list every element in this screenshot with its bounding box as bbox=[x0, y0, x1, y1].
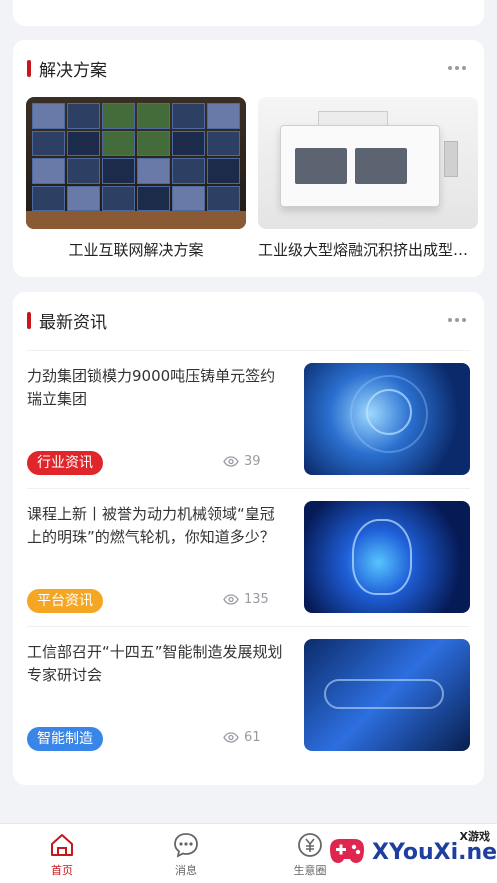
solutions-section: 解决方案 工业互联网解决方案 工业级大型熔融沉积挤出成型设备 bbox=[13, 40, 484, 277]
solution-image-control-room bbox=[26, 97, 246, 229]
news-item[interactable]: 工信部召开“十四五”智能制造发展规划专家研讨会 智能制造 61 bbox=[27, 626, 470, 764]
tab-label: 首页 bbox=[51, 864, 73, 877]
tab-home[interactable]: 首页 bbox=[32, 831, 92, 878]
news-item[interactable]: 课程上新丨被誉为动力机械领域“皇冠上的明珠”的燃气轮机，你知道多少？ 平台资讯 … bbox=[27, 488, 470, 626]
watermark-small-text: X游戏 bbox=[459, 830, 490, 843]
news-list: 力劲集团锁模力9000吨压铸单元签约瑞立集团 行业资讯 39 课程上新丨被誉为动… bbox=[27, 350, 470, 764]
solutions-header: 解决方案 bbox=[27, 56, 470, 81]
news-tag: 行业资讯 bbox=[27, 451, 103, 475]
gamepad-logo-icon bbox=[326, 831, 368, 873]
news-section: 最新资讯 力劲集团锁模力9000吨压铸单元签约瑞立集团 行业资讯 39 课程上新… bbox=[13, 292, 484, 785]
news-image-robot-hand bbox=[304, 639, 470, 751]
news-headline: 课程上新丨被誉为动力机械领域“皇冠上的明珠”的燃气轮机，你知道多少？ bbox=[27, 505, 275, 546]
news-image-ai-head bbox=[304, 501, 470, 613]
solutions-title: 解决方案 bbox=[39, 60, 107, 81]
section-accent-bar bbox=[27, 59, 31, 77]
home-icon bbox=[51, 834, 73, 856]
news-views: 61 bbox=[223, 730, 261, 745]
news-title: 最新资讯 bbox=[39, 312, 107, 333]
solution-image-3d-printer bbox=[258, 97, 478, 229]
news-tag: 平台资讯 bbox=[27, 589, 103, 613]
solution-item-industrial-internet[interactable]: 工业互联网解决方案 bbox=[26, 97, 246, 260]
news-tag: 智能制造 bbox=[27, 727, 103, 751]
solution-label: 工业互联网解决方案 bbox=[68, 241, 204, 259]
solution-label: 工业级大型熔融沉积挤出成型设备 bbox=[258, 241, 478, 259]
eye-icon bbox=[223, 732, 239, 743]
news-headline: 力劲集团锁模力9000吨压铸单元签约瑞立集团 bbox=[27, 367, 276, 408]
news-header: 最新资讯 bbox=[27, 308, 470, 333]
section-accent-bar bbox=[27, 311, 31, 329]
news-item[interactable]: 力劲集团锁模力9000吨压铸单元签约瑞立集团 行业资讯 39 bbox=[27, 350, 470, 488]
news-view-count: 39 bbox=[244, 454, 261, 469]
top-card-partial bbox=[13, 0, 484, 26]
tab-messages[interactable]: 消息 bbox=[156, 831, 216, 878]
news-view-count: 61 bbox=[244, 730, 261, 745]
news-headline: 工信部召开“十四五”智能制造发展规划专家研讨会 bbox=[27, 643, 283, 684]
eye-icon bbox=[223, 594, 239, 605]
news-views: 39 bbox=[223, 454, 261, 469]
more-icon[interactable] bbox=[444, 314, 470, 326]
business-circle-icon bbox=[298, 833, 322, 857]
tab-label: 消息 bbox=[175, 864, 197, 877]
news-image-ai-hand bbox=[304, 363, 470, 475]
eye-icon bbox=[223, 456, 239, 467]
watermark: XYouXi.net X游戏 bbox=[326, 826, 497, 878]
news-views: 135 bbox=[223, 592, 269, 607]
solution-item-fdm-device[interactable]: 工业级大型熔融沉积挤出成型设备 bbox=[258, 97, 478, 260]
chat-icon bbox=[174, 833, 198, 858]
news-view-count: 135 bbox=[244, 592, 269, 607]
more-icon[interactable] bbox=[444, 62, 470, 74]
